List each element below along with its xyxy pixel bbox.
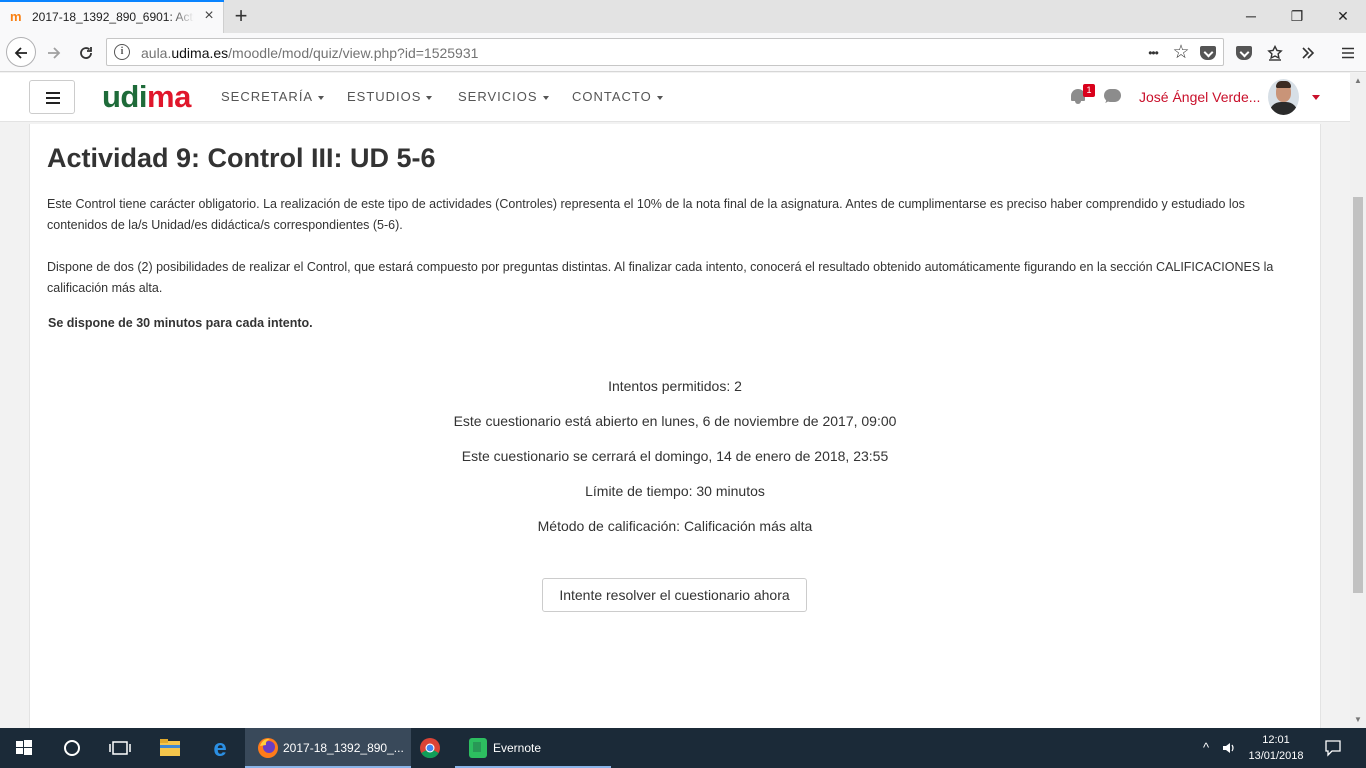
svg-text:e: e	[213, 735, 226, 762]
site-info-icon[interactable]: i	[114, 44, 130, 60]
clock-date: 13/01/2018	[1248, 750, 1304, 762]
user-avatar[interactable]	[1268, 79, 1299, 115]
scrollbar-thumb[interactable]	[1353, 197, 1363, 593]
browser-tab[interactable]: m 2017-18_1392_890_6901: Actividad 9: Co…	[0, 0, 224, 33]
page-content: udima SECRETARÍA ESTUDIOS SERVICIOS CONT…	[0, 73, 1350, 728]
speaker-icon[interactable]	[1221, 740, 1237, 756]
menu-servicios[interactable]: SERVICIOS	[458, 89, 549, 105]
taskbar-firefox[interactable]: 2017-18_1392_890_...	[245, 728, 411, 768]
windows-logo-icon	[16, 740, 32, 755]
forward-button[interactable]	[39, 37, 69, 67]
user-menu-caret-icon[interactable]	[1312, 95, 1320, 100]
caret-down-icon	[318, 95, 325, 100]
url-bar[interactable]: i aula.udima.es/moodle/mod/quiz/view.php…	[106, 38, 1224, 66]
clock-time: 12:01	[1262, 734, 1290, 746]
overflow-menu-button[interactable]	[1293, 37, 1323, 67]
hamburger-menu-icon	[1342, 47, 1354, 59]
evernote-elephant-icon	[469, 738, 487, 758]
quiz-close-date: Este cuestionario se cerrará el domingo,…	[461, 448, 889, 464]
tab-title: 2017-18_1392_890_6901: Actividad 9: Cont…	[32, 10, 194, 24]
page-scrollbar[interactable]: ▲ ▼	[1350, 73, 1366, 728]
back-button[interactable]	[6, 37, 36, 67]
arrow-left-icon	[14, 47, 27, 59]
action-center-notification-icon[interactable]	[1323, 738, 1343, 758]
url-text[interactable]: aula.udima.es/moodle/mod/quiz/view.php?i…	[141, 45, 478, 61]
folder-icon	[160, 739, 180, 756]
system-clock[interactable]: 12:01 13/01/2018	[1240, 732, 1312, 764]
chrome-button[interactable]	[406, 728, 454, 768]
url-prefix: aula.	[141, 45, 172, 61]
url-path: /moodle/mod/quiz/view.php?id=1525931	[228, 45, 479, 61]
cortana-search-button[interactable]	[48, 728, 96, 768]
start-attempt-button[interactable]: Intente resolver el cuestionario ahora	[542, 578, 807, 612]
menu-estudios[interactable]: ESTUDIOS	[347, 89, 433, 105]
reload-button[interactable]	[71, 37, 101, 67]
page-title: Actividad 9: Control III: UD 5-6	[47, 143, 436, 173]
browser-navigation-bar: i aula.udima.es/moodle/mod/quiz/view.php…	[0, 33, 1366, 72]
star-box-icon	[1267, 45, 1283, 61]
task-view-icon	[109, 741, 131, 755]
windows-taskbar: e 2017-18_1392_890_... Evernote ^ 12:01 …	[0, 728, 1366, 768]
intro-paragraph-1: Este Control tiene carácter obligatorio.…	[47, 197, 1245, 232]
file-explorer-button[interactable]	[146, 728, 194, 768]
browser-tab-strip: m 2017-18_1392_890_6901: Actividad 9: Co…	[0, 0, 1366, 33]
quiz-open-date: Este cuestionario está abierto en lunes,…	[453, 413, 897, 429]
library-button[interactable]	[1260, 37, 1290, 67]
evernote-taskbar-label: Evernote	[493, 741, 542, 755]
intro-time-note: Se dispone de 30 minutos para cada inten…	[48, 316, 313, 330]
messages-chat-icon[interactable]	[1104, 89, 1121, 102]
menu-secretaria[interactable]: SECRETARÍA	[221, 89, 325, 105]
chrome-icon	[420, 738, 440, 759]
caret-down-icon	[656, 95, 663, 100]
site-header: udima SECRETARÍA ESTUDIOS SERVICIOS CONT…	[0, 73, 1350, 122]
start-button[interactable]	[0, 728, 48, 768]
new-tab-button[interactable]: +	[229, 4, 253, 28]
minimize-window-icon[interactable]: ─	[1228, 0, 1274, 33]
scroll-down-icon[interactable]: ▼	[1350, 712, 1366, 728]
notification-count-badge: 1	[1083, 84, 1095, 97]
firefox-icon	[258, 738, 278, 758]
reload-icon	[80, 47, 92, 60]
page-actions-icon[interactable]: •••	[1141, 41, 1165, 65]
user-menu-name[interactable]: José Ángel Verde...	[1139, 89, 1260, 105]
caret-down-icon	[426, 95, 433, 100]
intro-paragraph-2: Dispone de dos (2) posibilidades de real…	[47, 260, 1274, 295]
pocket-icon[interactable]	[1196, 41, 1220, 65]
pocket-icon	[1236, 46, 1252, 61]
attempts-allowed: Intentos permitidos: 2	[608, 378, 742, 394]
url-domain: udima.es	[171, 45, 229, 61]
close-window-icon[interactable]: ✕	[1320, 0, 1366, 33]
quiz-main-card: Actividad 9: Control III: UD 5-6 Este Co…	[29, 124, 1321, 728]
scroll-up-icon[interactable]: ▲	[1350, 73, 1366, 89]
edge-icon: e	[213, 735, 226, 762]
hamburger-icon	[46, 92, 60, 94]
menu-contacto[interactable]: CONTACTO	[572, 89, 663, 105]
tab-active-indicator	[0, 0, 224, 2]
pocket-toolbar-button[interactable]	[1229, 37, 1259, 67]
grading-method: Método de calificación: Calificación más…	[537, 518, 813, 534]
app-menu-button[interactable]	[1333, 37, 1363, 67]
double-chevron-right-icon	[1302, 47, 1315, 59]
moodle-favicon-icon: m	[10, 9, 22, 24]
cortana-circle-icon	[64, 740, 80, 756]
edge-button[interactable]: e	[196, 728, 244, 768]
caret-down-icon	[542, 95, 549, 100]
tray-overflow-chevron-icon[interactable]: ^	[1199, 740, 1213, 756]
bookmark-star-icon[interactable]: ☆	[1169, 41, 1193, 65]
time-limit: Límite de tiempo: 30 minutos	[585, 483, 765, 499]
firefox-taskbar-label: 2017-18_1392_890_...	[283, 741, 404, 755]
restore-window-icon[interactable]: ❐	[1274, 0, 1320, 33]
udima-logo[interactable]: udima	[102, 79, 191, 115]
task-view-button[interactable]	[96, 728, 144, 768]
arrow-right-icon	[48, 47, 61, 59]
taskbar-evernote[interactable]: Evernote	[455, 728, 611, 768]
nav-drawer-toggle[interactable]	[29, 80, 75, 114]
tab-close-icon[interactable]: ×	[200, 7, 218, 25]
